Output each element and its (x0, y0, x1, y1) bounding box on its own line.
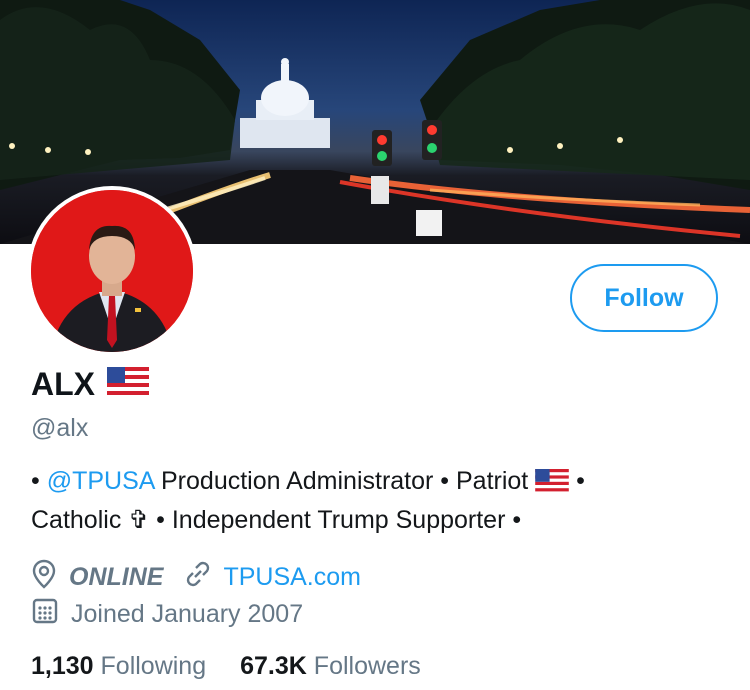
profile-name: ALX (31, 366, 95, 402)
bio-prefix: • (31, 467, 47, 495)
avatar[interactable] (27, 186, 197, 356)
profile-joined-row: Joined January 2007 (31, 597, 303, 631)
following-count: 1,130 (31, 652, 94, 680)
profile-location: ONLINE (69, 562, 164, 591)
profile-stats: 1,130 Following 67.3K Followers (31, 652, 421, 681)
profile-meta-row: ONLINE TPUSA.com (31, 559, 361, 596)
following-stat[interactable]: 1,130 Following (31, 652, 206, 680)
profile-handle: @alx (31, 414, 89, 442)
bio-text: Production Administrator • Patriot (154, 467, 536, 495)
followers-label: Followers (313, 652, 421, 680)
bio-line-1: • @TPUSA Production Administrator • Patr… (31, 462, 731, 501)
profile-bio: • @TPUSA Production Administrator • Patr… (31, 462, 731, 539)
following-label: Following (100, 652, 207, 680)
us-flag-icon (107, 367, 149, 402)
bio-line-2: Catholic ✞ • Independent Trump Supporter… (31, 506, 522, 535)
followers-stat[interactable]: 67.3K Followers (240, 652, 421, 680)
followers-count: 67.3K (240, 652, 307, 680)
us-flag-icon (535, 463, 570, 501)
link-icon (183, 559, 213, 596)
calendar-icon (31, 596, 59, 633)
follow-button[interactable]: Follow (570, 264, 718, 332)
profile-name-row: ALX (31, 366, 149, 403)
bio-mention-link[interactable]: @TPUSA (47, 467, 154, 495)
profile-website-link[interactable]: TPUSA.com (223, 563, 361, 592)
location-pin-icon (31, 559, 57, 596)
profile-joined-date: Joined January 2007 (71, 599, 304, 628)
avatar-photo (31, 190, 193, 352)
bio-text-end: • (569, 467, 585, 495)
